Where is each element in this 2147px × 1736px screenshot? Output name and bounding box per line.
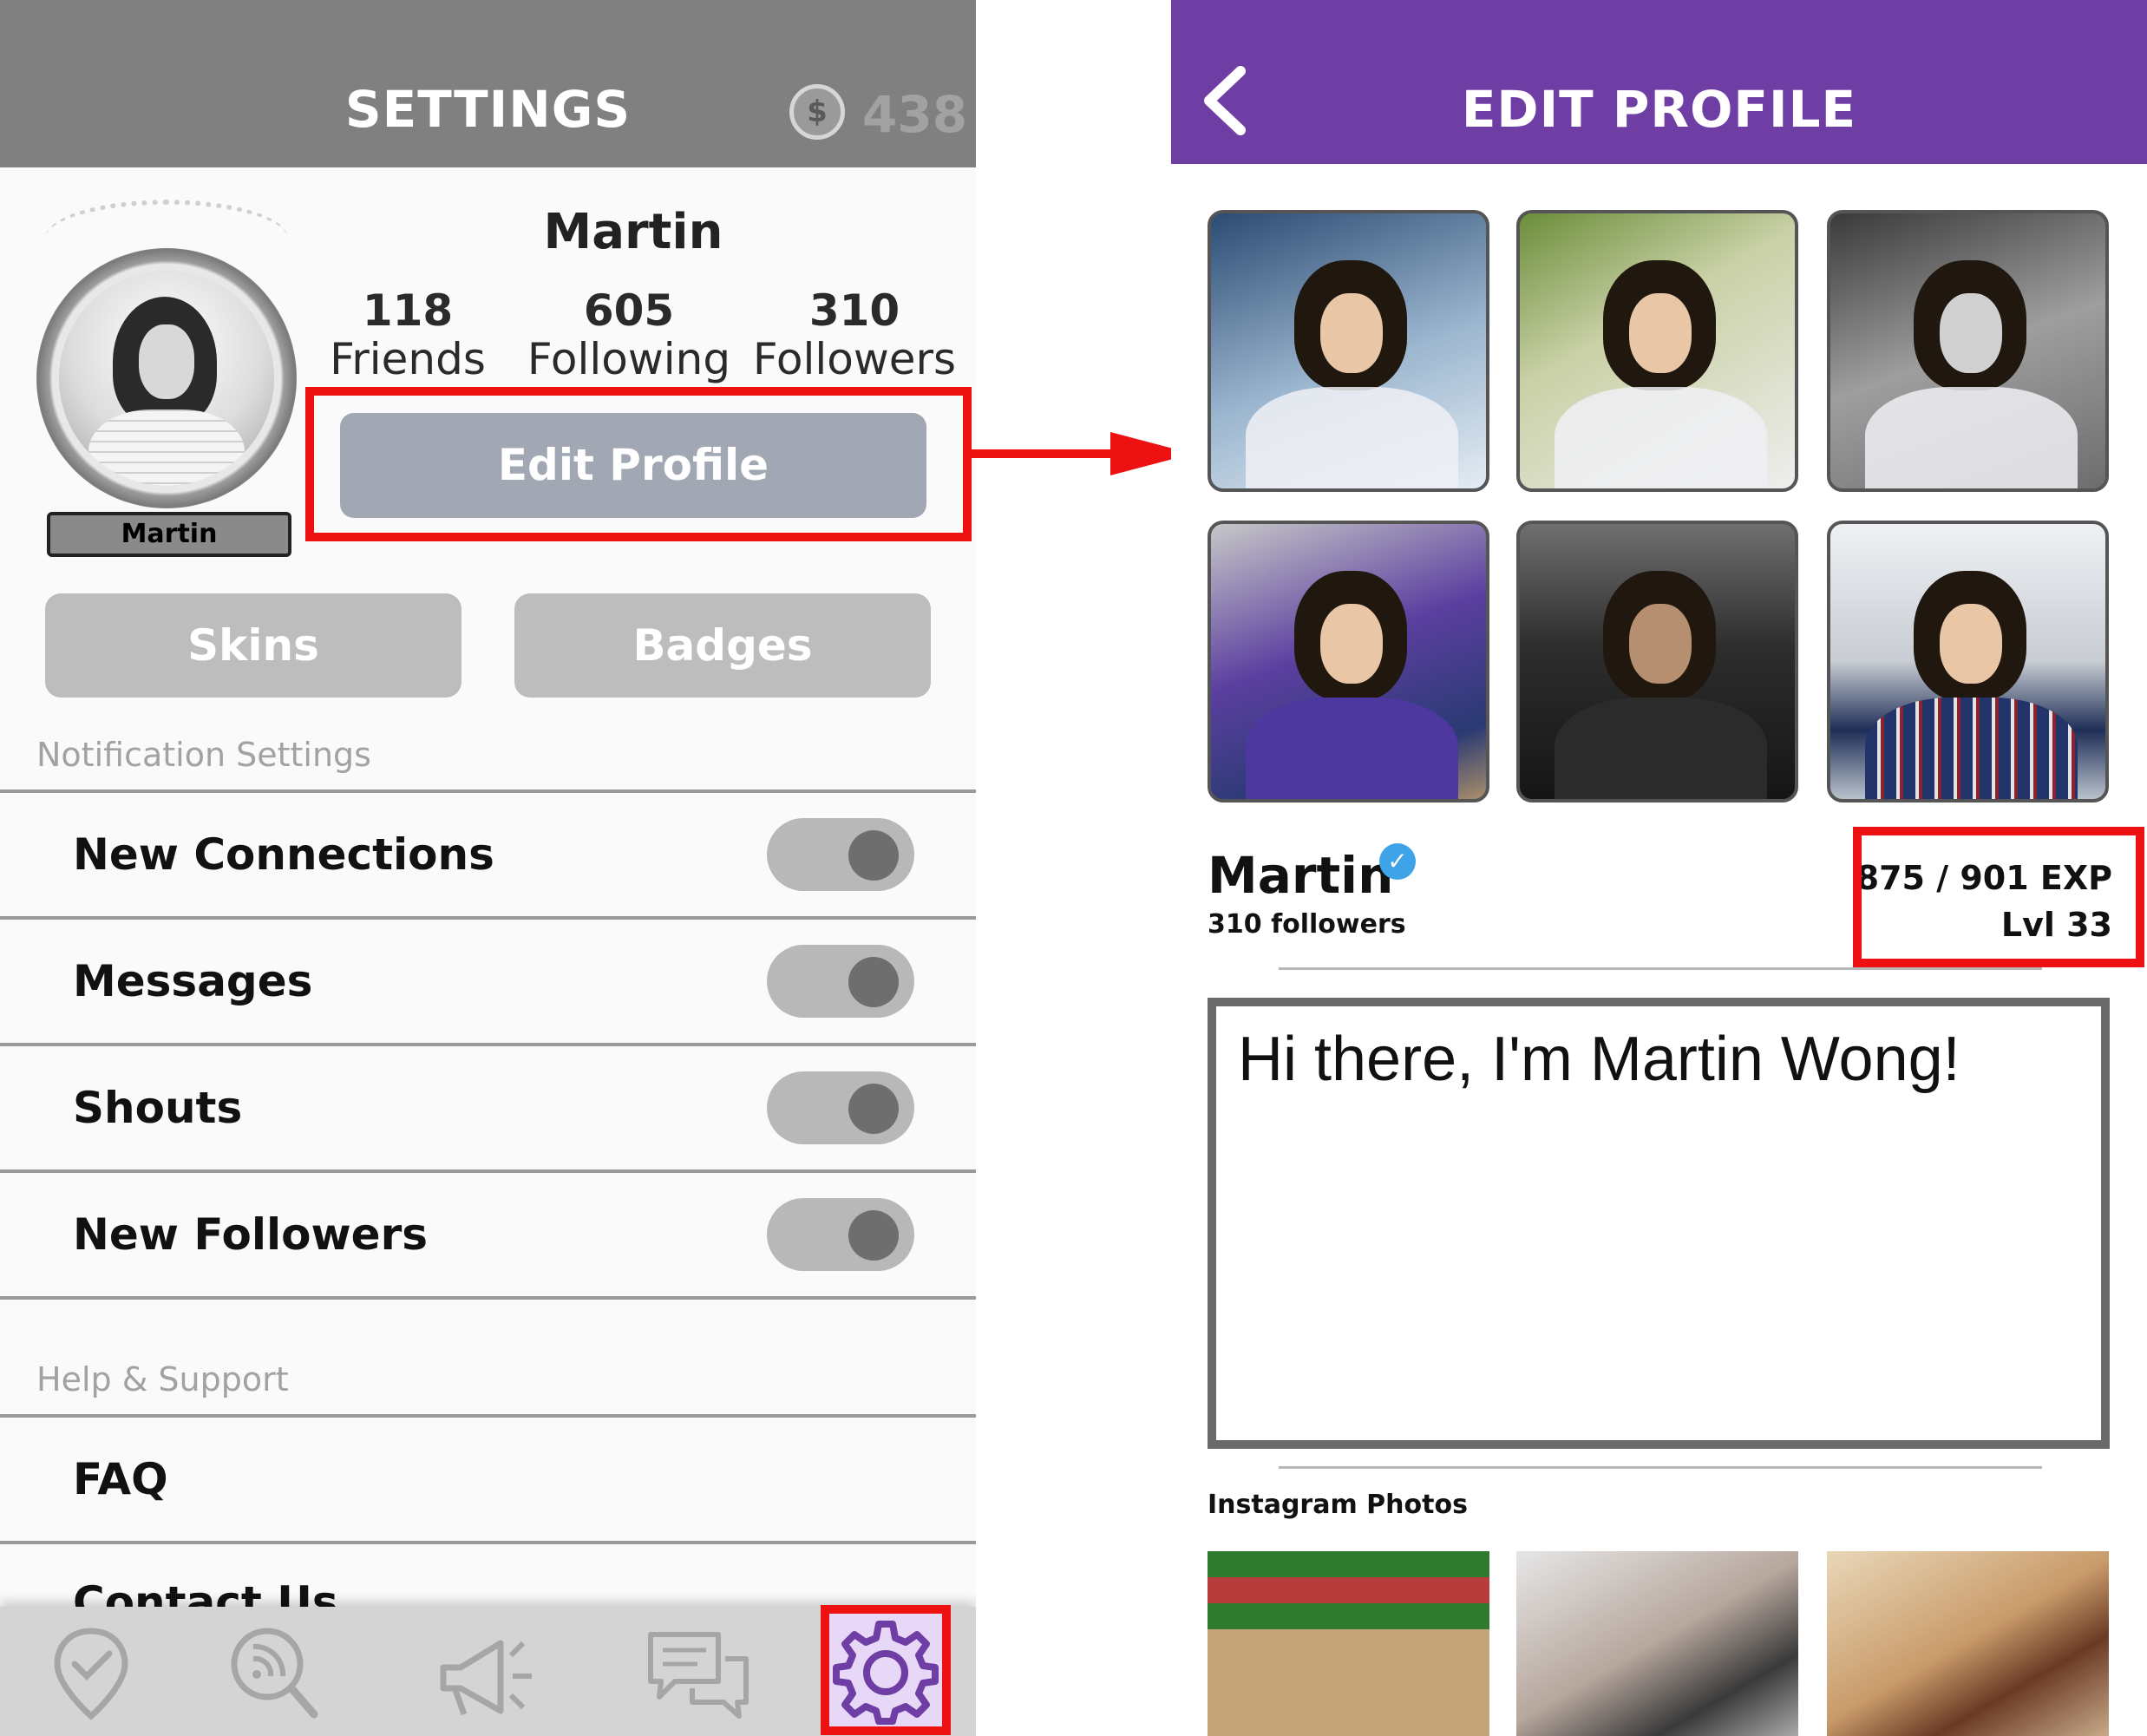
avatar-photo xyxy=(59,271,274,486)
bio-textarea[interactable]: Hi there, I'm Martin Wong! xyxy=(1208,998,2110,1449)
search-signal-icon[interactable] xyxy=(217,1621,330,1725)
photo-face xyxy=(1629,604,1692,684)
help-support-heading: Help & Support xyxy=(36,1360,289,1399)
toggle-knob xyxy=(848,957,899,1007)
following-label: Following xyxy=(527,334,731,384)
new-connections-toggle[interactable] xyxy=(767,818,914,891)
photo-body xyxy=(1246,387,1458,488)
photo-body xyxy=(1555,698,1767,799)
instagram-photo[interactable] xyxy=(1516,1551,1798,1736)
instagram-photos-heading: Instagram Photos xyxy=(1208,1490,1468,1520)
new-followers-toggle[interactable] xyxy=(767,1198,914,1271)
divider xyxy=(0,1043,976,1046)
edit-profile-title: EDIT PROFILE xyxy=(1461,80,1857,139)
friends-stat[interactable]: 118 Friends xyxy=(317,286,499,383)
photo-body xyxy=(1865,387,2078,488)
verified-badge-icon: ✓ xyxy=(1379,843,1416,880)
chat-bubbles-icon[interactable] xyxy=(642,1621,755,1725)
megaphone-icon[interactable] xyxy=(429,1621,542,1725)
followers-count: 310 xyxy=(808,285,900,336)
profile-name: Martin xyxy=(543,204,723,260)
new-followers-label: New Followers xyxy=(73,1209,428,1260)
profile-name: Martin xyxy=(1208,846,1394,905)
edit-profile-header: EDIT PROFILE xyxy=(1171,0,2147,164)
photo-body xyxy=(1246,698,1458,799)
faq-link[interactable]: FAQ xyxy=(73,1454,168,1504)
edit-profile-screen: EDIT PROFILE Martin ✓ 310 followers 875 … xyxy=(1171,0,2147,1736)
arrow-shaft xyxy=(972,449,1121,458)
avatar-shirt xyxy=(88,409,245,486)
followers-stat[interactable]: 310 Followers xyxy=(750,286,959,383)
photo-body xyxy=(1865,698,2078,799)
instagram-photo[interactable] xyxy=(1827,1551,2109,1736)
photo-body xyxy=(1555,387,1767,488)
avatar-face xyxy=(139,324,194,399)
settings-screen: SETTINGS $ 438 Martin Martin 118 Friends… xyxy=(0,0,976,1736)
exp-highlight-box xyxy=(1853,827,2144,967)
friends-count: 118 xyxy=(362,285,454,336)
profile-photo[interactable] xyxy=(1827,210,2109,492)
followers-label: Followers xyxy=(752,334,957,384)
profile-photo[interactable] xyxy=(1208,210,1489,492)
photo-face xyxy=(1940,604,2002,684)
profile-photo[interactable] xyxy=(1208,521,1489,802)
divider xyxy=(0,1541,976,1544)
profile-photo[interactable] xyxy=(1516,210,1798,492)
map-pin-check-icon[interactable] xyxy=(35,1621,147,1725)
following-stat[interactable]: 605 Following xyxy=(520,286,737,383)
photo-face xyxy=(1629,293,1692,373)
coin-icon: $ xyxy=(789,84,845,140)
avatar-name-tag: Martin xyxy=(47,512,291,557)
toggle-knob xyxy=(848,1210,899,1261)
divider xyxy=(0,789,976,793)
photo-face xyxy=(1320,604,1383,684)
avatar[interactable] xyxy=(36,200,297,512)
divider xyxy=(0,916,976,920)
shouts-label: Shouts xyxy=(73,1083,243,1133)
divider xyxy=(0,1296,976,1300)
skins-button[interactable]: Skins xyxy=(45,593,461,698)
divider xyxy=(0,1169,976,1173)
toggle-knob xyxy=(848,830,899,881)
toggle-knob xyxy=(848,1084,899,1134)
messages-toggle[interactable] xyxy=(767,945,914,1018)
profile-photo[interactable] xyxy=(1827,521,2109,802)
divider xyxy=(0,1414,976,1418)
badges-button[interactable]: Badges xyxy=(514,593,931,698)
shouts-toggle[interactable] xyxy=(767,1071,914,1144)
divider xyxy=(1279,967,2042,970)
following-count: 605 xyxy=(583,285,675,336)
profile-photo[interactable] xyxy=(1516,521,1798,802)
photo-face xyxy=(1320,293,1383,373)
divider xyxy=(1279,1466,2042,1469)
coin-balance: 438 xyxy=(862,85,968,144)
new-connections-label: New Connections xyxy=(73,829,494,880)
messages-label: Messages xyxy=(73,956,313,1006)
notification-settings-heading: Notification Settings xyxy=(36,736,371,774)
friends-label: Friends xyxy=(330,334,486,384)
photo-face xyxy=(1940,293,2002,373)
edit-profile-highlight-box xyxy=(305,387,972,541)
settings-header: SETTINGS $ 438 xyxy=(0,0,976,167)
followers-count: 310 followers xyxy=(1208,909,1406,940)
gear-icon xyxy=(833,1621,939,1725)
instagram-photo[interactable] xyxy=(1208,1551,1489,1736)
settings-tab-highlight[interactable] xyxy=(821,1605,951,1735)
bio-text: Hi there, I'm Martin Wong! xyxy=(1238,1025,1960,1094)
